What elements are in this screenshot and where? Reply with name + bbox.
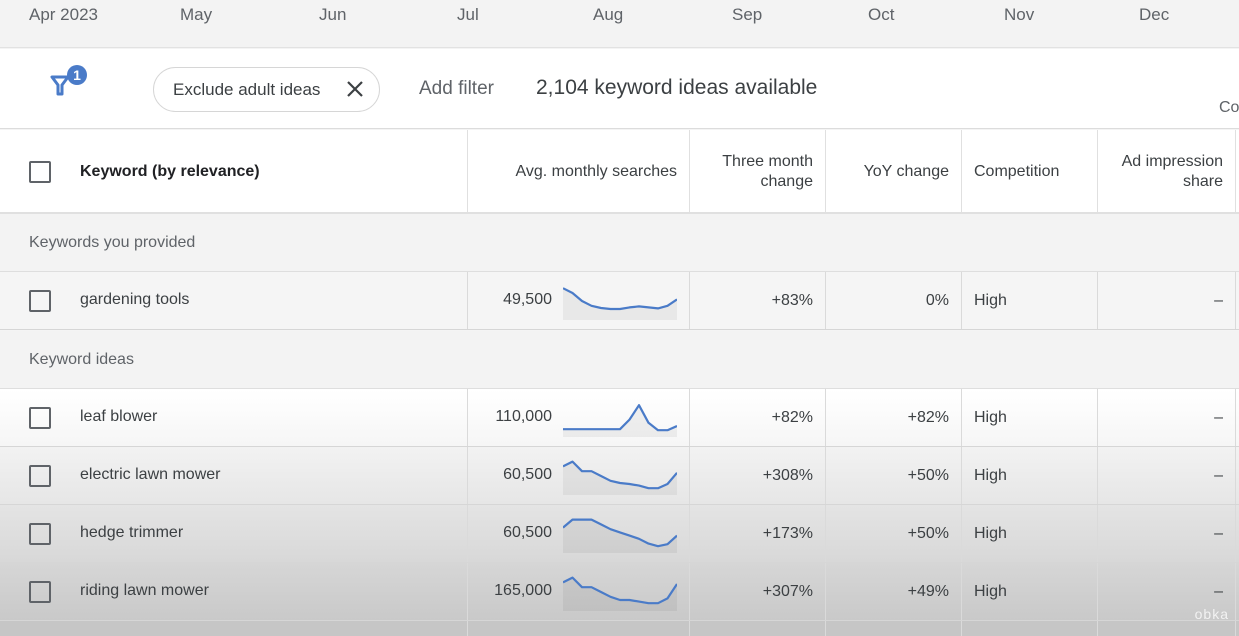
- sparkline-area: [563, 577, 677, 611]
- three-month-change: +308%: [690, 447, 826, 504]
- group-header-provided: Keywords you provided: [0, 214, 1239, 272]
- timeline-month: Jun: [319, 5, 347, 24]
- yoy-change: +82%: [826, 389, 962, 446]
- watermark-logo: obka: [1194, 606, 1229, 622]
- avg-searches-cell: 165,000: [468, 563, 690, 620]
- table-row[interactable]: hedge trimmer 60,500 +173% +50% High –: [0, 505, 1239, 563]
- sparkline-area: [563, 288, 677, 320]
- timeline-month: Dec: [1139, 5, 1170, 24]
- timeline-axis: Apr 2023 May Jun Jul Aug Sep Oct Nov Dec: [0, 0, 1239, 48]
- filter-count-badge: 1: [73, 67, 81, 83]
- truncated-column-control[interactable]: Co: [1219, 99, 1239, 117]
- keyword-ideas-count: 2,104 keyword ideas available: [536, 76, 818, 99]
- timeline-month: Apr 2023: [29, 5, 98, 24]
- timeline-month: Sep: [732, 5, 763, 24]
- timeline-month: May: [180, 5, 213, 24]
- timeline-month: Oct: [868, 5, 895, 24]
- avg-searches-cell: 60,500: [468, 505, 690, 562]
- timeline-month: Jul: [457, 5, 479, 24]
- table-row[interactable]: gardening tools 49,500 +83% 0% High –: [0, 272, 1239, 330]
- three-month-change: +82%: [690, 389, 826, 446]
- three-month-change: +307%: [690, 563, 826, 620]
- avg-searches-cell: 60,500: [468, 447, 690, 504]
- timeline-month: Nov: [1004, 5, 1035, 24]
- yoy-change: +49%: [826, 563, 962, 620]
- table-row[interactable]: riding lawn mower 165,000 +307% +49% Hig…: [0, 563, 1239, 621]
- filter-bar: 1 Exclude adult ideas Add filter 2,104 k…: [0, 49, 1239, 129]
- filter-button[interactable]: 1: [50, 63, 92, 101]
- filter-chip-label: Exclude adult ideas: [173, 79, 321, 99]
- table-row-partial[interactable]: [0, 621, 1239, 636]
- trend-sparkline: [563, 287, 677, 320]
- avg-searches-value: 60,500: [503, 466, 552, 483]
- competition-level: High: [962, 272, 1098, 329]
- yoy-change: +50%: [826, 447, 962, 504]
- three-month-change: +173%: [690, 505, 826, 562]
- column-header-keyword[interactable]: Keyword (by relevance): [68, 130, 468, 214]
- sparkline-area: [563, 519, 677, 553]
- timeline-month: Aug: [593, 5, 624, 24]
- sparkline-area: [563, 405, 677, 437]
- competition-level: High: [962, 563, 1098, 620]
- sparkline-area: [563, 461, 677, 495]
- add-filter-button[interactable]: Add filter: [419, 78, 494, 100]
- avg-searches-value: 165,000: [494, 582, 552, 599]
- trend-sparkline: [563, 460, 677, 495]
- select-all-checkbox[interactable]: [29, 161, 51, 183]
- avg-searches-value: 110,000: [495, 408, 552, 425]
- avg-searches-cell: 49,500: [468, 272, 690, 329]
- ad-impression-share: –: [1098, 389, 1236, 446]
- trend-sparkline: [563, 404, 677, 437]
- close-icon[interactable]: [345, 79, 365, 99]
- trend-sparkline: [563, 576, 677, 611]
- competition-level: High: [962, 505, 1098, 562]
- trend-sparkline: [563, 518, 677, 553]
- table-row[interactable]: electric lawn mower 60,500 +308% +50% Hi…: [0, 447, 1239, 505]
- avg-searches-value: 49,500: [503, 291, 552, 308]
- filter-funnel-icon: 1: [50, 65, 87, 96]
- competition-level: High: [962, 389, 1098, 446]
- column-header-competition[interactable]: Competition: [962, 130, 1098, 214]
- column-header-yoy-change[interactable]: YoY change: [826, 130, 962, 214]
- three-month-change: +83%: [690, 272, 826, 329]
- avg-searches-cell: 110,000: [468, 389, 690, 446]
- competition-level: High: [962, 447, 1098, 504]
- column-header-avg-searches[interactable]: Avg. monthly searches: [468, 130, 690, 214]
- filter-chip-exclude-adult[interactable]: Exclude adult ideas: [153, 67, 380, 112]
- ad-impression-share: –: [1098, 447, 1236, 504]
- sparkline-line: [563, 404, 677, 432]
- column-header-three-month-change[interactable]: Three month change: [690, 130, 826, 214]
- table-row[interactable]: leaf blower 110,000 +82% +82% High –: [0, 389, 1239, 447]
- ad-impression-share: –: [1098, 505, 1236, 562]
- avg-searches-value: 60,500: [503, 524, 552, 541]
- yoy-change: +50%: [826, 505, 962, 562]
- yoy-change: 0%: [826, 272, 962, 329]
- ad-impression-share: –: [1098, 272, 1236, 329]
- column-header-ad-impression-share[interactable]: Ad impression share: [1098, 130, 1236, 214]
- group-header-ideas: Keyword ideas: [0, 331, 1239, 389]
- table-header: Keyword (by relevance) Avg. monthly sear…: [0, 130, 1239, 214]
